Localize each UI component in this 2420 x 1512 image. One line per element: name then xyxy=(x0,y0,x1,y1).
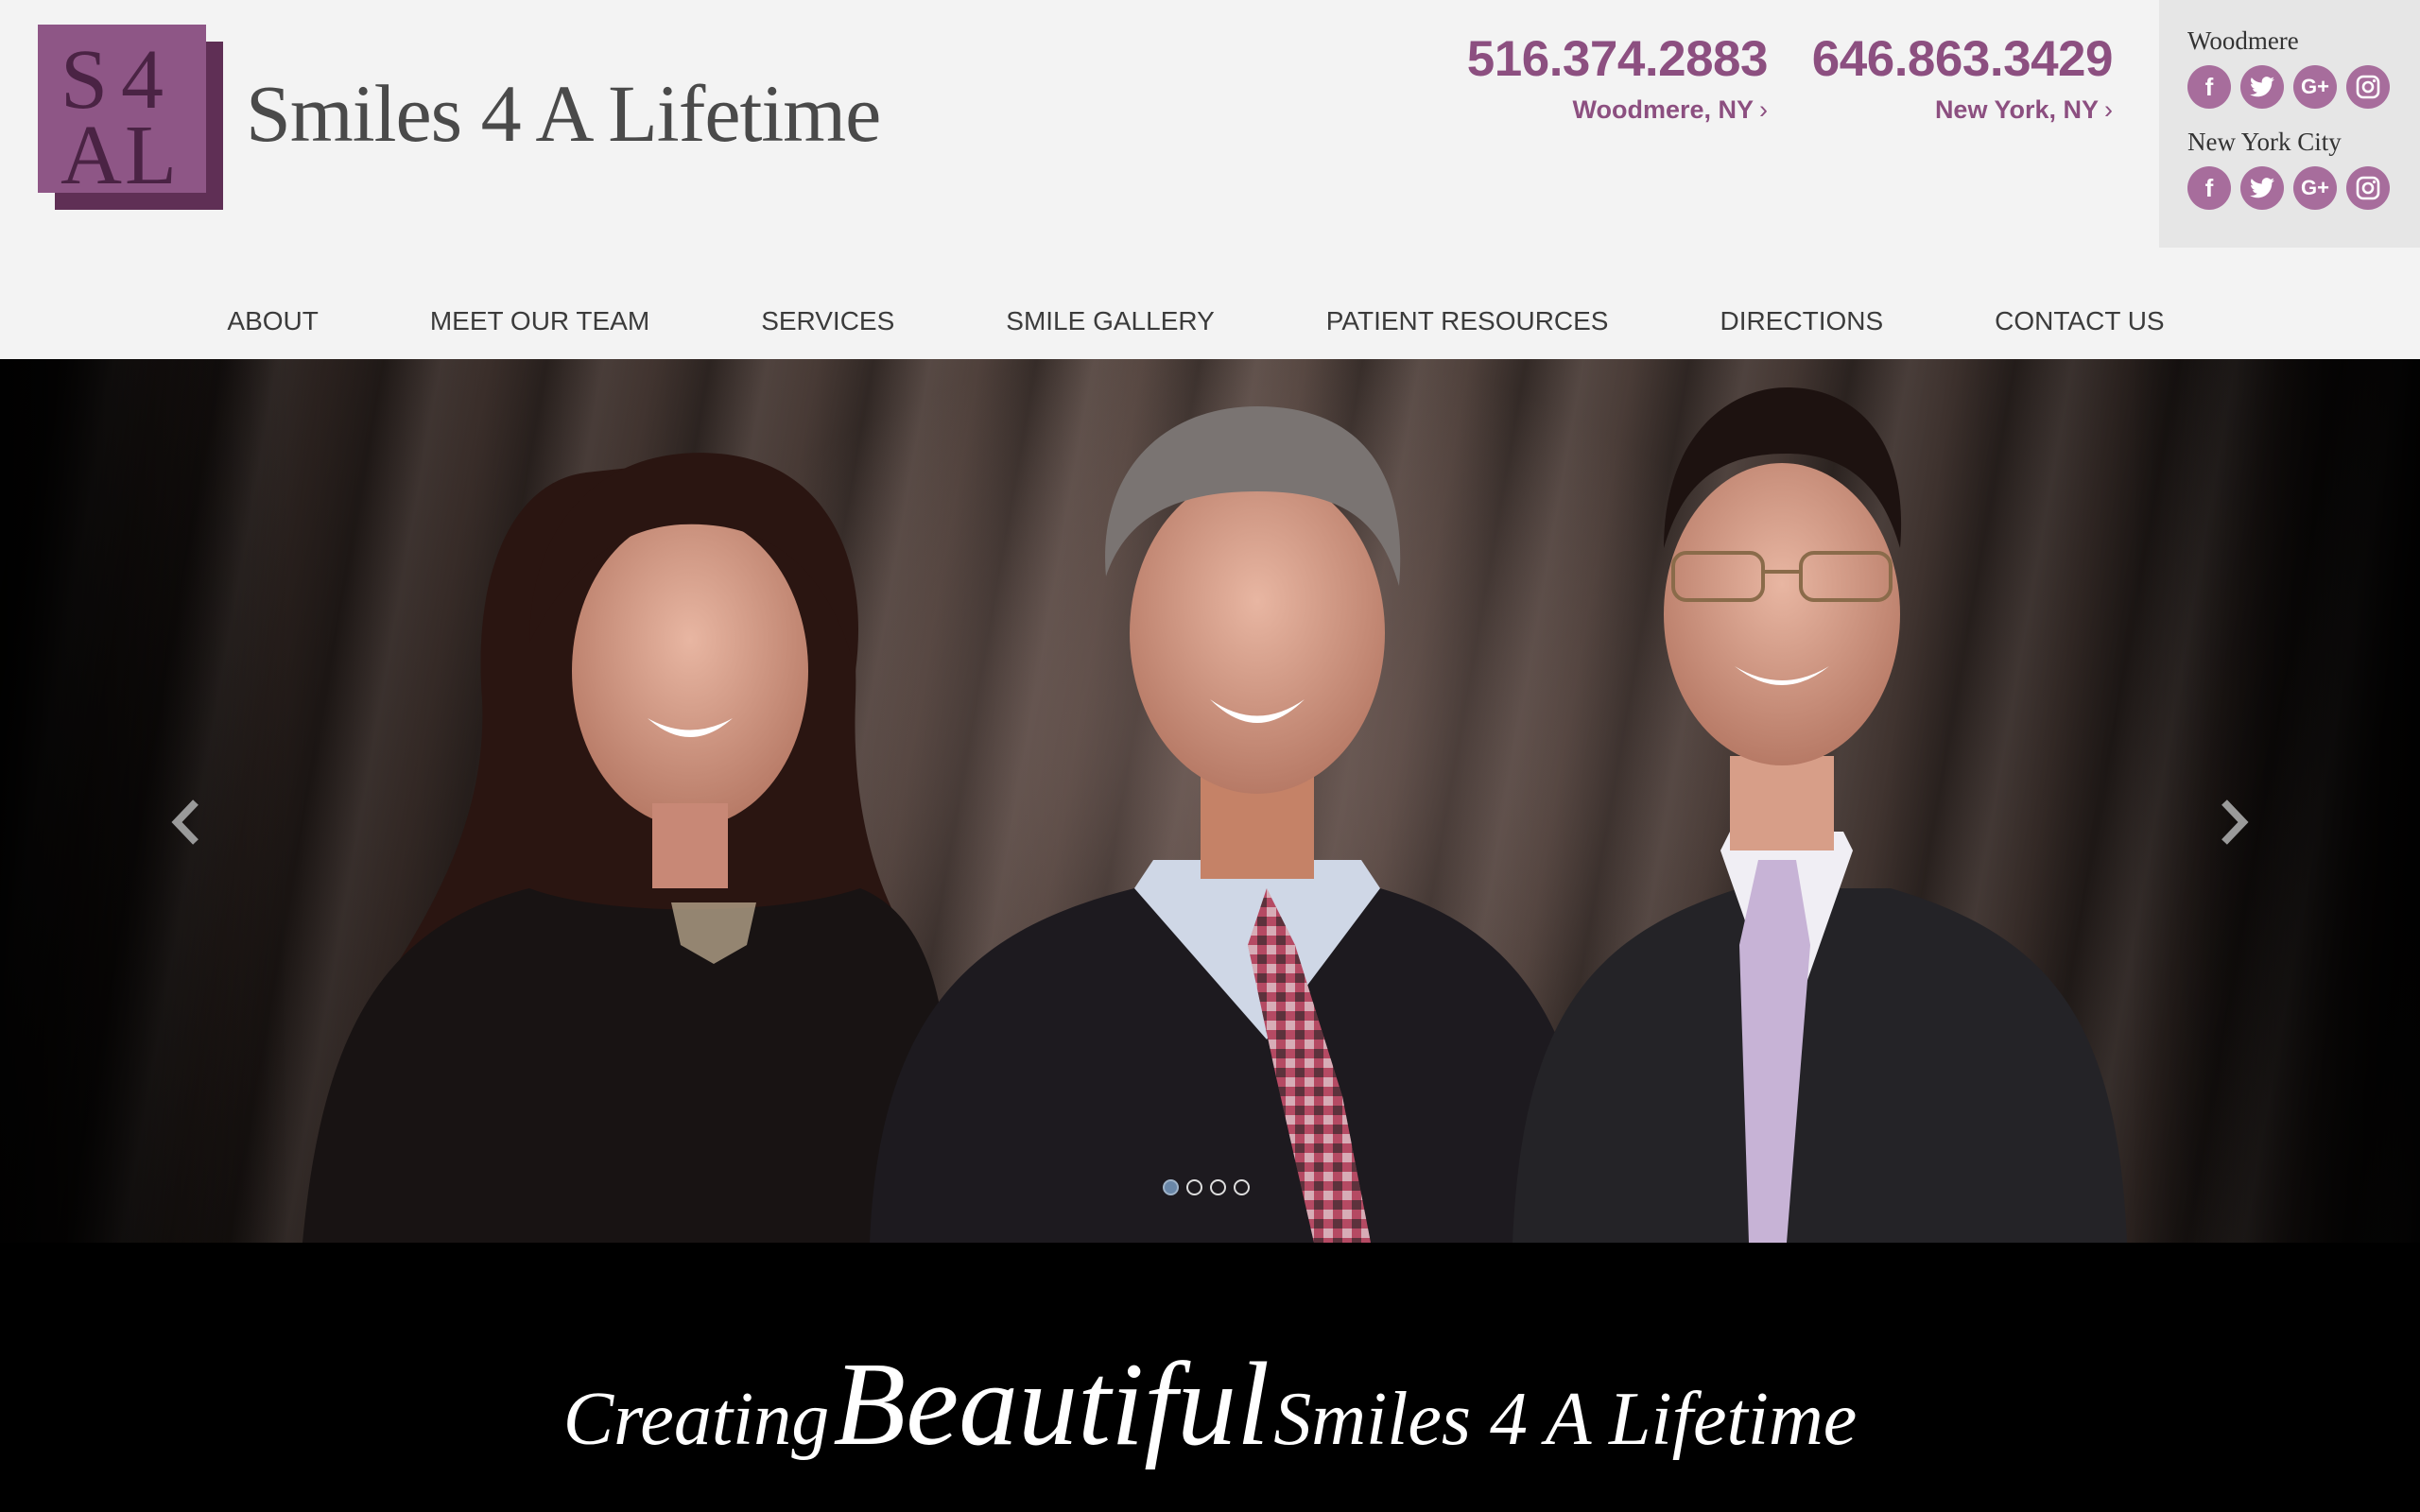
nav-list: ABOUT MEET OUR TEAM SERVICES SMILE GALLE… xyxy=(171,306,2220,336)
phone-number-woodmere[interactable]: 516.374.2883 xyxy=(1456,30,1769,88)
nav-item-services[interactable]: SERVICES xyxy=(705,306,950,336)
social-row-nyc: f G+ xyxy=(2187,166,2420,210)
phone-nyc: 646.863.3429 New York, NY › xyxy=(1801,30,2114,125)
hero-slider xyxy=(0,359,2420,1243)
social-row-woodmere: f G+ xyxy=(2187,65,2420,109)
twitter-icon[interactable] xyxy=(2240,166,2284,210)
nav-item-patient-resources[interactable]: PATIENT RESOURCES xyxy=(1270,306,1665,336)
slider-prev-button[interactable] xyxy=(157,784,214,860)
twitter-icon[interactable] xyxy=(2240,65,2284,109)
slider-dot-1[interactable] xyxy=(1163,1179,1179,1195)
tagline-part-2: Beautiful xyxy=(833,1339,1270,1470)
nav-item-meet-our-team[interactable]: MEET OUR TEAM xyxy=(374,306,705,336)
chevron-right-icon: › xyxy=(2104,95,2113,124)
google-plus-icon[interactable]: G+ xyxy=(2293,166,2337,210)
facebook-icon[interactable]: f xyxy=(2187,65,2231,109)
nav-item-directions[interactable]: DIRECTIONS xyxy=(1664,306,1939,336)
nav-item-smile-gallery[interactable]: SMILE GALLERY xyxy=(950,306,1270,336)
phone-number-nyc[interactable]: 646.863.3429 xyxy=(1801,30,2114,88)
brand-name[interactable]: Smiles 4 A Lifetime xyxy=(246,66,881,161)
location-label: New York, NY xyxy=(1934,95,2099,124)
team-photo xyxy=(0,359,2420,1243)
chevron-right-icon xyxy=(2221,799,2249,845)
main-nav: ABOUT MEET OUR TEAM SERVICES SMILE GALLE… xyxy=(0,284,2420,359)
instagram-icon[interactable] xyxy=(2346,166,2390,210)
slider-dot-4[interactable] xyxy=(1234,1179,1250,1195)
chevron-left-icon xyxy=(171,799,199,845)
google-plus-icon[interactable]: G+ xyxy=(2293,65,2337,109)
logo-monogram: S 4 A L xyxy=(60,33,177,193)
facebook-icon[interactable]: f xyxy=(2187,166,2231,210)
svg-text:L: L xyxy=(125,109,177,193)
location-link-nyc[interactable]: New York, NY › xyxy=(1935,95,2113,125)
social-location-nyc: New York City xyxy=(2187,128,2342,156)
slider-next-button[interactable] xyxy=(2206,784,2263,860)
svg-text:A: A xyxy=(60,109,122,193)
instagram-icon[interactable] xyxy=(2346,65,2390,109)
tagline-part-3: Smiles 4 A Lifetime xyxy=(1273,1378,1858,1461)
social-location-woodmere: Woodmere xyxy=(2187,26,2299,55)
tagline-part-1: Creating xyxy=(562,1378,830,1461)
slider-pagination xyxy=(1163,1179,1250,1195)
slider-dot-2[interactable] xyxy=(1186,1179,1202,1195)
nav-item-about[interactable]: ABOUT xyxy=(171,306,373,336)
tagline-band: Creating Beautiful Smiles 4 A Lifetime xyxy=(0,1243,2420,1512)
logo[interactable]: S 4 A L xyxy=(38,25,223,210)
nav-item-contact-us[interactable]: CONTACT US xyxy=(1939,306,2220,336)
phone-woodmere: 516.374.2883 Woodmere, NY › xyxy=(1456,30,1769,125)
chevron-right-icon: › xyxy=(1759,95,1768,124)
location-link-woodmere[interactable]: Woodmere, NY › xyxy=(1572,95,1768,125)
social-panel: Woodmere f G+ New York City f G+ xyxy=(2159,0,2420,248)
location-label: Woodmere, NY xyxy=(1572,95,1754,124)
tagline: Creating Beautiful Smiles 4 A Lifetime xyxy=(0,1337,2420,1473)
slider-dot-3[interactable] xyxy=(1210,1179,1226,1195)
site-header: S 4 A L Smiles 4 A Lifetime 516.374.2883… xyxy=(0,0,2420,359)
